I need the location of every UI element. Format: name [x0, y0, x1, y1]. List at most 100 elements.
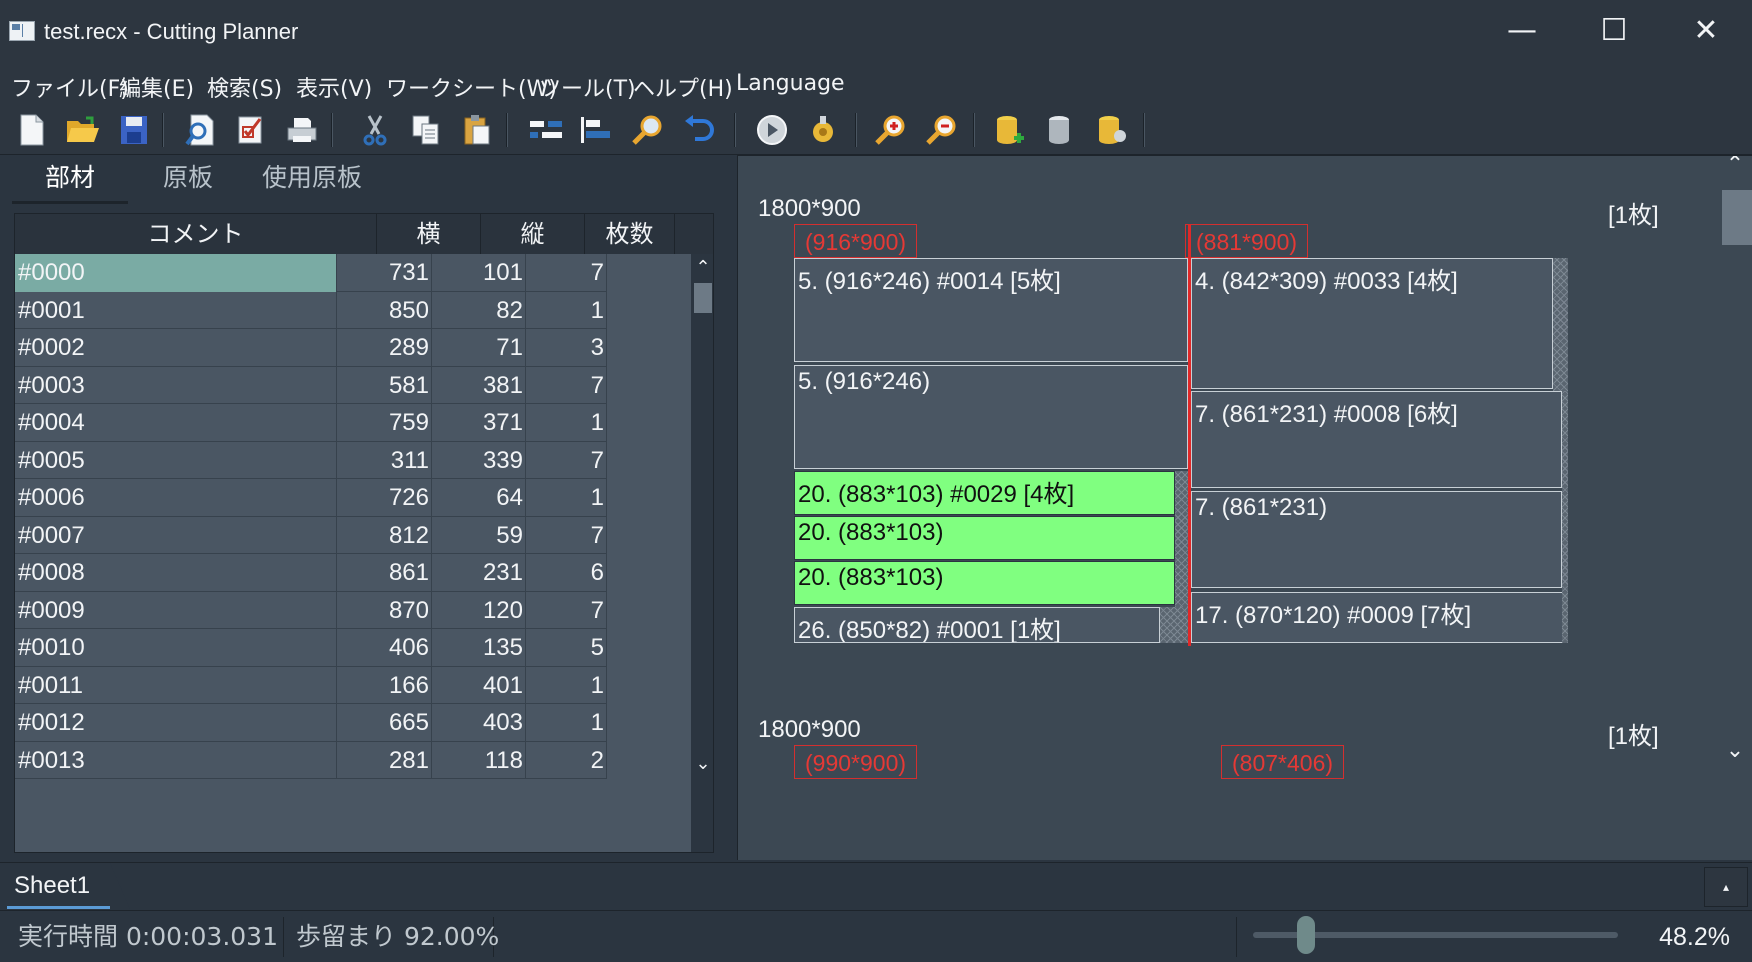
open-folder-icon[interactable]: [64, 111, 102, 149]
cell-width[interactable]: 289: [337, 329, 432, 367]
table-row[interactable]: #0002 289 71 3: [15, 329, 607, 367]
cell-width[interactable]: 850: [337, 291, 432, 329]
tab-used-sheets[interactable]: 使用原板: [247, 155, 377, 204]
table-row[interactable]: #0000 731 101 7: [15, 254, 607, 292]
part-block[interactable]: 4. (842*309) #0033 [4枚]: [1191, 258, 1553, 389]
part-block[interactable]: 5. (916*246): [794, 365, 1188, 469]
grid-scrollbar[interactable]: ⌃ ⌄: [691, 254, 713, 852]
table-row[interactable]: #0005 311 339 7: [15, 441, 607, 479]
align-center-icon[interactable]: [527, 111, 565, 149]
scroll-thumb[interactable]: [694, 283, 712, 313]
cell-comment[interactable]: #0006: [15, 479, 337, 517]
zoom-out-icon[interactable]: [923, 111, 961, 149]
part-block[interactable]: 5. (916*246) #0014 [5枚]: [794, 258, 1188, 362]
database-settings-icon[interactable]: [1093, 111, 1131, 149]
menu-worksheet[interactable]: ワークシート(W): [386, 71, 557, 103]
copy-icon[interactable]: [407, 111, 445, 149]
cell-quantity[interactable]: 7: [526, 366, 607, 404]
table-row[interactable]: #0001 850 82 1: [15, 291, 607, 329]
part-block[interactable]: 7. (861*231) #0008 [6枚]: [1191, 391, 1562, 488]
cell-quantity[interactable]: 7: [526, 441, 607, 479]
header-height[interactable]: 縦: [481, 214, 585, 254]
scroll-down-icon[interactable]: ⌄: [1718, 738, 1752, 763]
header-width[interactable]: 横: [377, 214, 481, 254]
cell-width[interactable]: 759: [337, 404, 432, 442]
menu-search[interactable]: 検索(S): [207, 71, 282, 103]
part-block[interactable]: 26. (850*82) #0001 [1枚]: [794, 607, 1160, 643]
menu-language[interactable]: Language: [736, 71, 845, 96]
cell-quantity[interactable]: 7: [526, 591, 607, 629]
search-icon[interactable]: [629, 111, 667, 149]
table-row[interactable]: #0013 281 118 2: [15, 741, 607, 779]
table-row[interactable]: #0007 812 59 7: [15, 516, 607, 554]
zoom-in-icon[interactable]: [872, 111, 910, 149]
cell-comment[interactable]: #0007: [15, 516, 337, 554]
align-left-icon[interactable]: [578, 111, 616, 149]
cell-height[interactable]: 371: [432, 404, 526, 442]
table-row[interactable]: #0006 726 64 1: [15, 479, 607, 517]
cell-comment[interactable]: #0004: [15, 404, 337, 442]
cell-comment[interactable]: #0013: [15, 741, 337, 779]
table-row[interactable]: #0004 759 371 1: [15, 404, 607, 442]
cell-comment[interactable]: #0001: [15, 291, 337, 329]
cell-comment[interactable]: #0008: [15, 554, 337, 592]
cell-height[interactable]: 82: [432, 291, 526, 329]
cell-width[interactable]: 726: [337, 479, 432, 517]
cell-width[interactable]: 861: [337, 554, 432, 592]
cell-comment[interactable]: #0003: [15, 366, 337, 404]
cell-width[interactable]: 581: [337, 366, 432, 404]
menu-help[interactable]: ヘルプ(H): [633, 71, 733, 103]
cell-height[interactable]: 59: [432, 516, 526, 554]
cell-quantity[interactable]: 1: [526, 479, 607, 517]
part-block[interactable]: 17. (870*120) #0009 [7枚]: [1191, 592, 1565, 643]
cell-width[interactable]: 731: [337, 254, 432, 292]
table-row[interactable]: #0009 870 120 7: [15, 591, 607, 629]
cell-width[interactable]: 406: [337, 629, 432, 667]
cell-quantity[interactable]: 6: [526, 554, 607, 592]
layout-scrollbar[interactable]: ⌃ ⌄: [1718, 156, 1752, 860]
cell-width[interactable]: 812: [337, 516, 432, 554]
add-database-icon[interactable]: [991, 111, 1029, 149]
cell-comment[interactable]: #0000: [15, 254, 337, 292]
cell-comment[interactable]: #0002: [15, 329, 337, 367]
cell-height[interactable]: 403: [432, 704, 526, 742]
scroll-down-icon[interactable]: ⌄: [691, 752, 713, 776]
run-icon[interactable]: [753, 111, 791, 149]
cell-width[interactable]: 311: [337, 441, 432, 479]
header-quantity[interactable]: 枚数: [585, 214, 675, 254]
tab-stock-sheets[interactable]: 原板: [135, 155, 241, 204]
cell-comment[interactable]: #0005: [15, 441, 337, 479]
scroll-thumb[interactable]: [1722, 190, 1752, 245]
cell-quantity[interactable]: 1: [526, 291, 607, 329]
menu-edit[interactable]: 編集(E): [119, 71, 194, 103]
cell-quantity[interactable]: 5: [526, 629, 607, 667]
cell-quantity[interactable]: 2: [526, 741, 607, 779]
menu-view[interactable]: 表示(V): [296, 71, 372, 103]
table-row[interactable]: #0008 861 231 6: [15, 554, 607, 592]
cell-height[interactable]: 381: [432, 366, 526, 404]
part-block[interactable]: 7. (861*231): [1191, 491, 1562, 588]
cell-height[interactable]: 339: [432, 441, 526, 479]
paste-icon[interactable]: [458, 111, 496, 149]
cell-height[interactable]: 231: [432, 554, 526, 592]
tab-sheet1[interactable]: Sheet1: [7, 863, 117, 909]
cell-quantity[interactable]: 1: [526, 666, 607, 704]
cell-height[interactable]: 401: [432, 666, 526, 704]
cell-height[interactable]: 101: [432, 254, 526, 292]
scroll-up-icon[interactable]: ⌃: [1718, 156, 1752, 177]
cell-width[interactable]: 281: [337, 741, 432, 779]
table-row[interactable]: #0012 665 403 1: [15, 704, 607, 742]
cell-width[interactable]: 166: [337, 666, 432, 704]
cell-quantity[interactable]: 7: [526, 254, 607, 292]
settings-gear-icon[interactable]: [804, 111, 842, 149]
table-row[interactable]: #0010 406 135 5: [15, 629, 607, 667]
part-block-highlighted[interactable]: 20. (883*103) #0029 [4枚]: [794, 471, 1175, 515]
cell-quantity[interactable]: 3: [526, 329, 607, 367]
save-icon[interactable]: [115, 111, 153, 149]
cell-comment[interactable]: #0010: [15, 629, 337, 667]
cell-height[interactable]: 64: [432, 479, 526, 517]
database-icon[interactable]: [1042, 111, 1080, 149]
part-block-highlighted[interactable]: 20. (883*103): [794, 561, 1175, 605]
close-button[interactable]: ✕: [1660, 0, 1752, 65]
maximize-button[interactable]: ☐: [1568, 0, 1660, 65]
